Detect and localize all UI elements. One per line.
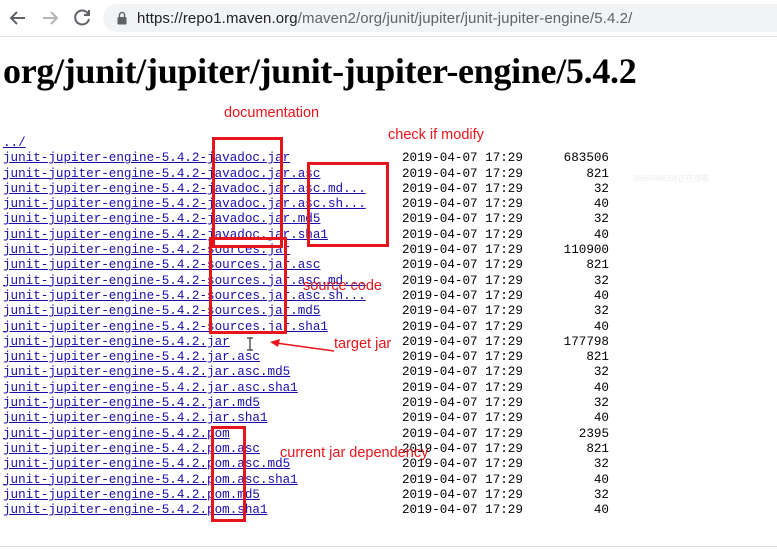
text-cursor-icon <box>247 337 253 351</box>
file-size: 32 <box>593 273 609 288</box>
file-date: 2019-04-07 17:29 <box>402 503 523 518</box>
file-size: 32 <box>593 396 609 411</box>
url-host: https://repo1.maven.org <box>137 10 298 27</box>
file-size: 40 <box>593 472 609 487</box>
file-size: 32 <box>593 457 609 472</box>
file-date: 2019-04-07 17:29 <box>402 151 523 166</box>
file-date: 2019-04-07 17:29 <box>402 181 523 196</box>
annotation-source-code: source code <box>303 278 382 294</box>
file-link[interactable]: junit-jupiter-engine-5.4.2.pom.asc.md5 <box>3 457 290 471</box>
file-link[interactable]: junit-jupiter-engine-5.4.2.jar.asc <box>3 350 260 364</box>
address-bar-url: https://repo1.maven.org/maven2/org/junit… <box>137 10 632 27</box>
file-link[interactable]: junit-jupiter-engine-5.4.2.jar <box>3 335 230 349</box>
file-size: 177798 <box>563 334 609 349</box>
file-date: 2019-04-07 17:29 <box>402 334 523 349</box>
file-date: 2019-04-07 17:29 <box>402 212 523 227</box>
annotation-documentation: documentation <box>224 105 320 121</box>
pom-highlight-box <box>211 426 246 522</box>
bottom-divider <box>0 546 777 547</box>
annotation-check-if-modify: check if modify <box>388 127 484 143</box>
file-size: 2395 <box>578 426 609 441</box>
file-date: 2019-04-07 17:29 <box>402 411 523 426</box>
file-date: 2019-04-07 17:29 <box>402 319 523 334</box>
file-date: 2019-04-07 17:29 <box>402 487 523 502</box>
file-size: 40 <box>593 227 609 242</box>
file-date: 2019-04-07 17:29 <box>402 166 523 181</box>
javadoc-highlight-box <box>212 137 283 248</box>
file-row: junit-jupiter-engine-5.4.2-sources.jar.s… <box>3 320 609 335</box>
file-size: 821 <box>586 258 609 273</box>
file-date: 2019-04-07 17:29 <box>402 243 523 258</box>
file-date: 2019-04-07 17:29 <box>402 227 523 242</box>
file-row: junit-jupiter-engine-5.4.2.pom.asc.sha1 2… <box>3 473 609 488</box>
file-date: 2019-04-07 17:29 <box>402 426 523 441</box>
file-size: 40 <box>593 319 609 334</box>
page-title: org/junit/jupiter/junit-jupiter-engine/5… <box>3 51 637 91</box>
file-row: junit-jupiter-engine-5.4.2.pom.md5 2019-0… <box>3 488 609 503</box>
annotation-target-jar: target jar <box>334 336 392 352</box>
file-size: 40 <box>593 197 609 212</box>
file-row: junit-jupiter-engine-5.4.2-sources.jar.m… <box>3 304 609 319</box>
file-size: 32 <box>593 365 609 380</box>
file-size: 32 <box>593 304 609 319</box>
file-date: 2019-04-07 17:29 <box>402 365 523 380</box>
file-date: 2019-04-07 17:29 <box>402 350 523 365</box>
file-size: 821 <box>586 350 609 365</box>
file-size: 110900 <box>563 243 609 258</box>
annotation-current-jar-dependency: current jar dependency <box>280 445 429 461</box>
file-date: 2019-04-07 17:29 <box>402 472 523 487</box>
file-date: 2019-04-07 17:29 <box>402 273 523 288</box>
file-size: 32 <box>593 181 609 196</box>
file-link[interactable]: junit-jupiter-engine-5.4.2.jar.asc.md5 <box>3 365 290 379</box>
address-bar[interactable]: https://repo1.maven.org/maven2/org/junit… <box>103 4 777 32</box>
file-row: junit-jupiter-engine-5.4.2.pom.sha1 2019-… <box>3 503 609 518</box>
arrow-icon <box>270 339 335 352</box>
file-size: 32 <box>593 212 609 227</box>
file-date: 2019-04-07 17:29 <box>402 304 523 319</box>
arrow-left-icon[interactable] <box>6 6 30 30</box>
file-row: junit-jupiter-engine-5.4.2-sources.jar.a… <box>3 258 609 273</box>
file-link[interactable]: junit-jupiter-engine-5.4.2.jar.asc.sha1 <box>3 381 298 395</box>
file-date: 2019-04-07 17:29 <box>402 288 523 303</box>
file-link[interactable]: junit-jupiter-engine-5.4.2.pom <box>3 427 230 441</box>
file-size: 683506 <box>563 151 609 166</box>
file-date: 2019-04-07 17:29 <box>402 380 523 395</box>
file-date: 2019-04-07 17:29 <box>402 258 523 273</box>
file-row: junit-jupiter-engine-5.4.2.jar.asc.md5 20… <box>3 365 609 380</box>
file-row: junit-jupiter-engine-5.4.2.pom 2019-04-07… <box>3 427 609 442</box>
parent-directory-row: ../ <box>3 136 366 151</box>
file-link[interactable]: junit-jupiter-engine-5.4.2.pom.asc.sha1 <box>3 473 298 487</box>
file-size: 40 <box>593 380 609 395</box>
file-link[interactable]: junit-jupiter-engine-5.4.2.jar.sha1 <box>3 411 268 425</box>
reload-icon[interactable] <box>70 6 94 30</box>
browser-toolbar: https://repo1.maven.org/maven2/org/junit… <box>0 0 777 37</box>
url-path: /maven2/org/junit/jupiter/junit-jupiter-… <box>297 10 633 27</box>
file-row: junit-jupiter-engine-5.4.2.jar.sha1 2019-… <box>3 411 609 426</box>
file-size: 40 <box>593 503 609 518</box>
parent-directory-link[interactable]: ../ <box>3 136 26 150</box>
file-date: 2019-04-07 17:29 <box>402 197 523 212</box>
file-row: junit-jupiter-engine-5.4.2.jar.md5 2019-0… <box>3 396 609 411</box>
file-row: junit-jupiter-engine-5.4.2.jar.asc.sha1 2… <box>3 381 609 396</box>
lock-icon[interactable] <box>117 11 127 25</box>
signature-highlight-box <box>307 162 389 247</box>
file-size: 821 <box>586 166 609 181</box>
file-size: 40 <box>593 411 609 426</box>
file-size: 32 <box>593 487 609 502</box>
sources-highlight-box <box>209 237 287 334</box>
file-size: 821 <box>586 441 609 456</box>
watermark: 9665949058正在观看 <box>633 174 710 183</box>
file-size: 40 <box>593 288 609 303</box>
file-link[interactable]: junit-jupiter-engine-5.4.2.jar.md5 <box>3 396 260 410</box>
file-date: 2019-04-07 17:29 <box>402 396 523 411</box>
arrow-right-icon[interactable] <box>38 6 62 30</box>
